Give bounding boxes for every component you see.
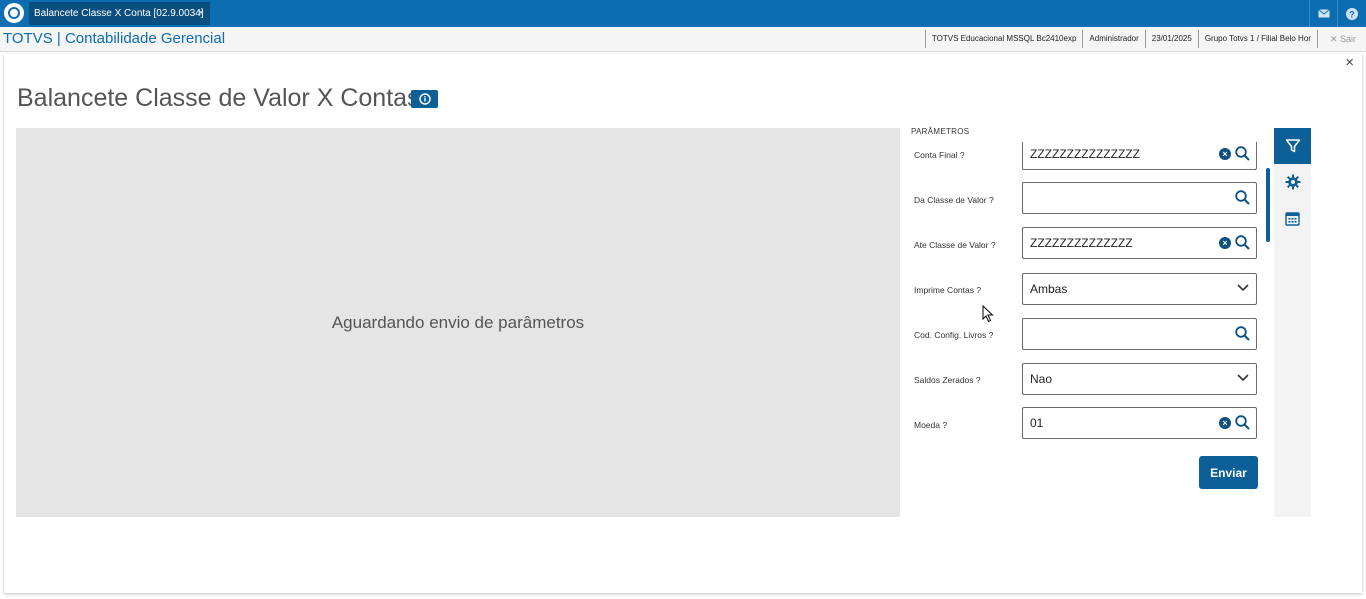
user-label[interactable]: Administrador — [1082, 30, 1144, 48]
imprime-contas-label: Imprime Contas ? — [914, 285, 982, 295]
moeda-value: 01 — [1030, 416, 1044, 430]
session-info: TOTVS Educacional MSSQL Bc2410exp Admini… — [924, 30, 1366, 48]
ate-classe-label: Ate Classe de Valor ? — [914, 240, 996, 250]
side-rail — [1274, 128, 1311, 517]
params-title: PARÂMETROS — [911, 127, 970, 136]
environment-label: TOTVS Educacional MSSQL Bc2410exp — [924, 30, 1083, 48]
top-bar: Balancete Classe X Conta [02.9.0034] × ? — [0, 0, 1366, 27]
report-preview: Aguardando envio de parâmetros — [16, 128, 900, 517]
clear-icon[interactable]: × — [1219, 147, 1231, 160]
saldos-zerados-label: Saldos Zerados ? — [914, 375, 981, 385]
conta-final-value: ZZZZZZZZZZZZZZZ — [1030, 147, 1140, 161]
conta-final-field[interactable]: ZZZZZZZZZZZZZZZ × — [1022, 142, 1257, 170]
app-header: TOTVS | Contabilidade Gerencial TOTVS Ed… — [0, 27, 1366, 52]
filter-icon — [1285, 139, 1300, 153]
preview-message: Aguardando envio de parâmetros — [331, 312, 585, 332]
search-icon[interactable] — [1235, 190, 1250, 205]
params-scrollbar[interactable] — [1266, 168, 1270, 242]
moeda-field[interactable]: 01 × — [1022, 407, 1257, 439]
gear-icon — [1285, 174, 1300, 190]
mail-icon[interactable] — [1309, 0, 1337, 27]
moeda-label: Moeda ? — [914, 420, 948, 430]
filter-button[interactable] — [1274, 128, 1311, 164]
calendar-button[interactable] — [1274, 200, 1311, 236]
search-icon[interactable] — [1235, 146, 1250, 161]
imprime-contas-select[interactable]: Ambas — [1022, 273, 1257, 305]
tab-close-icon[interactable]: × — [198, 2, 204, 25]
info-button[interactable] — [411, 90, 438, 108]
help-icon[interactable]: ? — [1337, 0, 1366, 27]
da-classe-label: Da Classe de Valor ? — [914, 195, 994, 205]
clear-icon[interactable]: × — [1219, 416, 1231, 429]
search-icon[interactable] — [1235, 415, 1250, 430]
mouse-cursor-icon — [982, 305, 994, 323]
cod-config-field[interactable] — [1022, 318, 1257, 350]
imprime-contas-value: Ambas — [1030, 282, 1068, 296]
conta-final-label: Conta Final ? — [914, 150, 965, 160]
search-icon[interactable] — [1235, 235, 1250, 250]
tab-label: Balancete Classe X Conta [02.9.0034] — [34, 8, 204, 19]
branch-label[interactable]: Grupo Totvs 1 / Filial Belo Hor — [1197, 30, 1317, 48]
exit-button[interactable]: ✕ Sair — [1316, 30, 1366, 48]
exit-label: Sair — [1339, 34, 1356, 44]
saldos-zerados-value: Nao — [1030, 372, 1053, 386]
app-title: TOTVS | Contabilidade Gerencial — [3, 30, 226, 47]
chevron-down-icon — [1237, 284, 1249, 292]
settings-button[interactable] — [1274, 164, 1311, 200]
info-icon — [418, 93, 431, 105]
ate-classe-value: ZZZZZZZZZZZZZZ — [1030, 236, 1133, 250]
search-icon[interactable] — [1235, 326, 1250, 341]
saldos-zerados-select[interactable]: Nao — [1022, 363, 1257, 395]
dialog-close-icon[interactable]: × — [1345, 54, 1354, 71]
cod-config-label: Cod. Config. Livros ? — [914, 330, 994, 340]
clear-icon[interactable]: × — [1219, 236, 1231, 249]
ate-classe-field[interactable]: ZZZZZZZZZZZZZZ × — [1022, 227, 1257, 259]
chevron-down-icon — [1237, 374, 1249, 382]
calendar-icon — [1285, 211, 1300, 226]
page-title: Balancete Classe de Valor X Contas — [17, 84, 420, 112]
da-classe-field[interactable] — [1022, 182, 1257, 214]
date-label[interactable]: 23/01/2025 — [1144, 30, 1198, 48]
svg-text:?: ? — [1349, 9, 1355, 19]
send-button[interactable]: Enviar — [1199, 456, 1258, 489]
totvs-logo-icon — [4, 3, 24, 23]
tab-balancete[interactable]: Balancete Classe X Conta [02.9.0034] × — [29, 2, 210, 25]
report-dialog: × Balancete Classe de Valor X Contas Agu… — [4, 54, 1362, 593]
